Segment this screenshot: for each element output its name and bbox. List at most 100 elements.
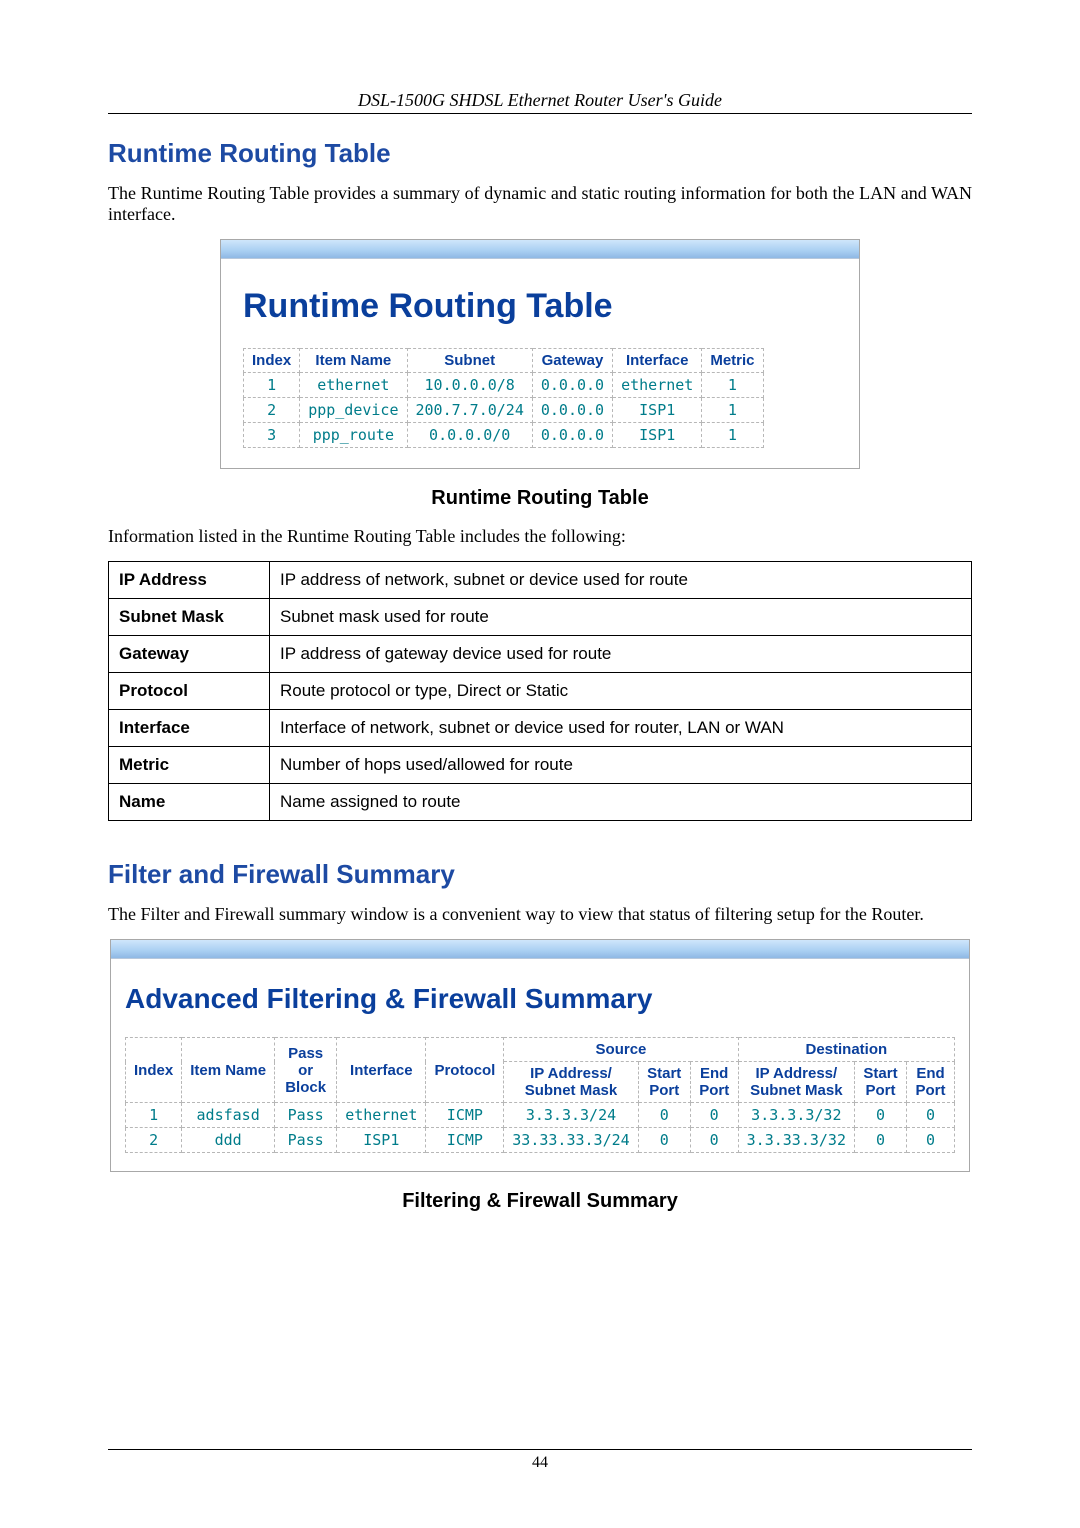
col-interface: Interface	[337, 1038, 426, 1103]
desc-key: Name	[109, 784, 270, 821]
cell-sip: 33.33.33.3/24	[504, 1128, 638, 1153]
desc-key: Gateway	[109, 636, 270, 673]
cell-name: ethernet	[300, 373, 407, 398]
desc-val: Name assigned to route	[270, 784, 972, 821]
section-intro-routing: The Runtime Routing Table provides a sum…	[108, 183, 972, 225]
routing-desc-table: IP AddressIP address of network, subnet …	[108, 561, 972, 821]
desc-val: Route protocol or type, Direct or Static	[270, 673, 972, 710]
document-page: DSL-1500G SHDSL Ethernet Router User's G…	[0, 0, 1080, 1528]
col-metric: Metric	[702, 349, 763, 373]
firewall-panel: Advanced Filtering & Firewall Summary In…	[110, 939, 970, 1172]
firewall-panel-wrapper: Advanced Filtering & Firewall Summary In…	[110, 939, 970, 1172]
desc-val: IP address of gateway device used for ro…	[270, 636, 972, 673]
cell-iface: ISP1	[613, 398, 702, 423]
cell-dsp: 0	[855, 1128, 907, 1153]
table-header-row: Index Item Name Subnet Gateway Interface…	[244, 349, 764, 373]
cell-sep: 0	[690, 1103, 738, 1128]
desc-key: Metric	[109, 747, 270, 784]
desc-val: Number of hops used/allowed for route	[270, 747, 972, 784]
cell-metric: 1	[702, 423, 763, 448]
cell-gw: 0.0.0.0	[532, 373, 612, 398]
desc-row: InterfaceInterface of network, subnet or…	[109, 710, 972, 747]
page-footer: 44	[108, 1449, 972, 1472]
desc-row: ProtocolRoute protocol or type, Direct o…	[109, 673, 972, 710]
desc-key: Protocol	[109, 673, 270, 710]
cell-metric: 1	[702, 373, 763, 398]
cell-proto: ICMP	[426, 1103, 504, 1128]
col-dst-end: End Port	[907, 1062, 955, 1103]
col-src-start: Start Port	[638, 1062, 690, 1103]
routing-panel: Runtime Routing Table Index Item Name Su…	[220, 239, 860, 469]
desc-row: Subnet MaskSubnet mask used for route	[109, 599, 972, 636]
desc-key: Interface	[109, 710, 270, 747]
section-heading-routing: Runtime Routing Table	[108, 138, 972, 169]
table-row: 1 ethernet 10.0.0.0/8 0.0.0.0 ethernet 1	[244, 373, 764, 398]
table-row: 2 ppp_device 200.7.7.0/24 0.0.0.0 ISP1 1	[244, 398, 764, 423]
table-group-header-row: Index Item Name Pass or Block Interface …	[126, 1038, 955, 1062]
cell-index: 2	[126, 1128, 182, 1153]
cell-dip: 3.3.3.3/32	[738, 1103, 854, 1128]
cell-iface: ethernet	[613, 373, 702, 398]
cell-dep: 0	[907, 1128, 955, 1153]
panel-topbar	[111, 940, 969, 959]
cell-index: 3	[244, 423, 300, 448]
group-dest: Destination	[738, 1038, 954, 1062]
cell-iface: ISP1	[613, 423, 702, 448]
cell-subnet: 10.0.0.0/8	[407, 373, 532, 398]
col-pass-block: Pass or Block	[275, 1038, 337, 1103]
cell-subnet: 200.7.7.0/24	[407, 398, 532, 423]
table-row: 1 adsfasd Pass ethernet ICMP 3.3.3.3/24 …	[126, 1103, 955, 1128]
cell-subnet: 0.0.0.0/0	[407, 423, 532, 448]
routing-panel-title: Runtime Routing Table	[243, 287, 837, 326]
col-dst-start: Start Port	[855, 1062, 907, 1103]
desc-row: NameName assigned to route	[109, 784, 972, 821]
section-intro-firewall: The Filter and Firewall summary window i…	[108, 904, 972, 925]
col-subnet: Subnet	[407, 349, 532, 373]
routing-panel-wrapper: Runtime Routing Table Index Item Name Su…	[220, 239, 860, 469]
col-index: Index	[126, 1038, 182, 1103]
routing-table: Index Item Name Subnet Gateway Interface…	[243, 348, 764, 448]
cell-dip: 3.3.33.3/32	[738, 1128, 854, 1153]
header-title: DSL-1500G SHDSL Ethernet Router User's G…	[108, 90, 972, 114]
col-item-name: Item Name	[300, 349, 407, 373]
cell-ssp: 0	[638, 1103, 690, 1128]
col-dst-ip: IP Address/ Subnet Mask	[738, 1062, 854, 1103]
desc-val: IP address of network, subnet or device …	[270, 562, 972, 599]
cell-name: ppp_route	[300, 423, 407, 448]
col-src-end: End Port	[690, 1062, 738, 1103]
cell-gw: 0.0.0.0	[532, 398, 612, 423]
cell-sep: 0	[690, 1128, 738, 1153]
col-protocol: Protocol	[426, 1038, 504, 1103]
desc-row: GatewayIP address of gateway device used…	[109, 636, 972, 673]
cell-index: 1	[244, 373, 300, 398]
cell-sip: 3.3.3.3/24	[504, 1103, 638, 1128]
panel-topbar	[221, 240, 859, 259]
section-heading-firewall: Filter and Firewall Summary	[108, 859, 972, 890]
desc-row: IP AddressIP address of network, subnet …	[109, 562, 972, 599]
firewall-caption: Filtering & Firewall Summary	[108, 1190, 972, 1213]
col-src-ip: IP Address/ Subnet Mask	[504, 1062, 638, 1103]
panel-inner: Runtime Routing Table Index Item Name Su…	[221, 259, 859, 468]
cell-pb: Pass	[275, 1128, 337, 1153]
cell-iface: ethernet	[337, 1103, 426, 1128]
desc-row: MetricNumber of hops used/allowed for ro…	[109, 747, 972, 784]
col-item-name: Item Name	[182, 1038, 275, 1103]
col-index: Index	[244, 349, 300, 373]
cell-proto: ICMP	[426, 1128, 504, 1153]
cell-pb: Pass	[275, 1103, 337, 1128]
cell-dsp: 0	[855, 1103, 907, 1128]
panel-inner: Advanced Filtering & Firewall Summary In…	[111, 959, 969, 1171]
cell-iface: ISP1	[337, 1128, 426, 1153]
group-source: Source	[504, 1038, 738, 1062]
desc-val: Interface of network, subnet or device u…	[270, 710, 972, 747]
footer-rule	[108, 1449, 972, 1450]
table-row: 3 ppp_route 0.0.0.0/0 0.0.0.0 ISP1 1	[244, 423, 764, 448]
desc-val: Subnet mask used for route	[270, 599, 972, 636]
cell-index: 2	[244, 398, 300, 423]
col-gateway: Gateway	[532, 349, 612, 373]
firewall-table: Index Item Name Pass or Block Interface …	[125, 1037, 955, 1153]
col-interface: Interface	[613, 349, 702, 373]
table-row: 2 ddd Pass ISP1 ICMP 33.33.33.3/24 0 0 3…	[126, 1128, 955, 1153]
cell-index: 1	[126, 1103, 182, 1128]
desc-key: Subnet Mask	[109, 599, 270, 636]
